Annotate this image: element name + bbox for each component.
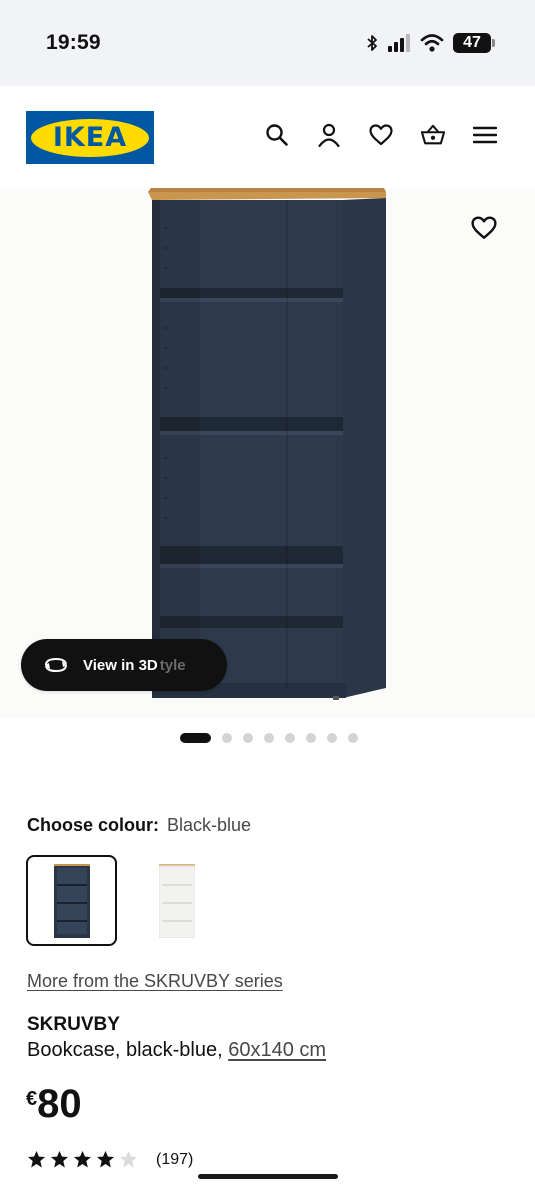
colour-swatches [26, 855, 222, 946]
white-bookcase-thumbnail [158, 863, 195, 938]
search-icon [266, 124, 288, 146]
carousel-dot[interactable] [222, 733, 232, 743]
battery-indicator: 47 [453, 33, 495, 53]
search-button[interactable] [265, 122, 289, 148]
carousel-dot[interactable] [180, 733, 211, 743]
site-header: IKEA ® [0, 86, 535, 188]
view-in-3d-button[interactable]: View in 3D tyle [21, 639, 227, 691]
menu-icon [473, 126, 497, 144]
swatch-white[interactable] [131, 855, 222, 946]
review-count: (197) [156, 1150, 194, 1168]
ghost-text: tyle [159, 656, 186, 674]
home-indicator[interactable] [198, 1174, 338, 1179]
colour-label: Choose colour: [27, 815, 160, 835]
swatch-black-blue[interactable] [26, 855, 117, 946]
ikea-logo[interactable]: IKEA ® [26, 111, 154, 164]
carousel-dot[interactable] [243, 733, 253, 743]
status-bar: 19:59 47 [0, 0, 535, 86]
basket-icon [421, 124, 445, 145]
status-time: 19:59 [46, 31, 101, 54]
heart-icon [369, 124, 393, 146]
product-name: SKRUVBY [27, 1014, 120, 1035]
carousel-dot[interactable] [306, 733, 316, 743]
status-icons: 47 [366, 32, 495, 54]
star-filled-icon [96, 1150, 115, 1168]
carousel-dot[interactable] [264, 733, 274, 743]
wifi-icon [420, 34, 444, 52]
account-button[interactable] [317, 122, 341, 148]
add-to-favourites-button[interactable] [471, 216, 497, 242]
selected-colour: Black-blue [167, 815, 252, 835]
logo-oval: IKEA ® [31, 116, 149, 157]
registered-mark: ® [141, 116, 147, 124]
carousel-pagination[interactable] [180, 733, 358, 743]
product-rating[interactable]: (197) [27, 1150, 193, 1169]
basket-button[interactable] [421, 122, 445, 148]
carousel-dot[interactable] [327, 733, 337, 743]
product-price: €80 [26, 1082, 82, 1127]
star-filled-icon [50, 1150, 69, 1168]
menu-button[interactable] [473, 122, 497, 148]
star-filled-icon [73, 1150, 92, 1168]
heart-outline-icon [471, 216, 497, 239]
product-description: Bookcase, black-blue, 60x140 cm [27, 1039, 326, 1062]
colour-chooser: Choose colour: Black-blue [27, 815, 251, 836]
rotate-3d-icon [45, 657, 67, 673]
bookcase-product-image [148, 188, 386, 700]
price-currency: € [26, 1088, 38, 1110]
view-in-3d-label: View in 3D [83, 656, 158, 674]
price-amount: 80 [37, 1082, 82, 1126]
account-icon [318, 123, 340, 147]
header-icons [265, 122, 497, 148]
carousel-dot[interactable] [285, 733, 295, 743]
signal-icon [388, 34, 410, 52]
black-blue-bookcase-thumbnail [53, 863, 90, 938]
carousel-dot[interactable] [348, 733, 358, 743]
bluetooth-icon [367, 35, 377, 51]
star-filled-icon [27, 1150, 46, 1168]
series-link[interactable]: More from the SKRUVBY series [27, 971, 283, 992]
logo-text: IKEA [52, 122, 128, 153]
star-empty-icon [119, 1150, 138, 1168]
product-image-gallery[interactable]: View in 3D tyle [0, 188, 535, 718]
favourites-button[interactable] [369, 122, 393, 148]
product-type: Bookcase, black-blue, [27, 1039, 223, 1061]
product-size-link[interactable]: 60x140 cm [228, 1039, 326, 1061]
